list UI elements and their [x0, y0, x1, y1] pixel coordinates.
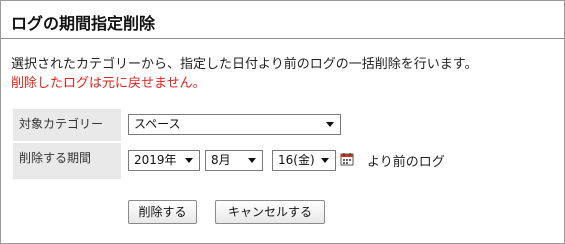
- delete-logs-panel: ログの期間指定削除 選択されたカテゴリーから、指定した日付より前のログの一括削除…: [0, 0, 565, 244]
- delete-button[interactable]: 削除する: [128, 200, 197, 224]
- cancel-button[interactable]: キャンセルする: [215, 200, 325, 224]
- category-select[interactable]: スペース: [128, 114, 341, 135]
- category-label: 対象カテゴリー: [13, 109, 121, 141]
- page-title: ログの期間指定削除: [11, 14, 156, 33]
- month-select[interactable]: 8月: [205, 150, 263, 171]
- chevron-down-icon: [185, 158, 193, 163]
- day-select-value: 16(金): [278, 153, 315, 167]
- warning-text: 削除したログは元に戻せません。: [11, 76, 206, 91]
- chevron-down-icon: [248, 158, 256, 163]
- title-divider: [1, 38, 564, 39]
- year-select-value: 2019年: [134, 153, 177, 167]
- month-select-value: 8月: [211, 153, 231, 167]
- description-text: 選択されたカテゴリーから、指定した日付より前のログの一括削除を行います。: [11, 57, 478, 72]
- category-select-value: スペース: [134, 117, 181, 131]
- chevron-down-icon: [326, 122, 334, 127]
- chevron-down-icon: [321, 158, 329, 163]
- year-select[interactable]: 2019年: [128, 150, 200, 171]
- before-logs-text: より前のログ: [367, 155, 445, 170]
- day-select[interactable]: 16(金): [272, 150, 336, 171]
- period-label: 削除する期間: [13, 143, 121, 179]
- calendar-icon[interactable]: [340, 152, 354, 166]
